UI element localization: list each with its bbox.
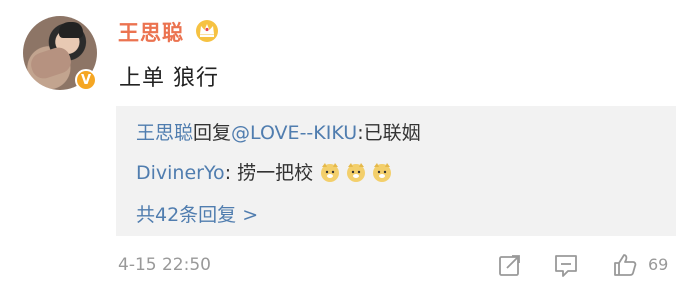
reply-author[interactable]: 王思聪 — [136, 122, 193, 144]
post-text: 上单 狼行 — [119, 66, 219, 91]
share-icon[interactable] — [497, 252, 523, 278]
avatar-hat — [59, 22, 83, 38]
reply-text: :已联姻 — [357, 122, 421, 144]
doge-emoji-icon — [373, 163, 392, 182]
view-all-replies-link[interactable]: 共42条回复 > — [136, 200, 258, 227]
username[interactable]: 王思聪 — [118, 17, 184, 47]
reply-preview-box[interactable]: 王思聪回复@LOVE--KIKU:已联姻 DivinerYo: 捞一把校 共42… — [116, 106, 676, 236]
crown-icon — [196, 20, 218, 42]
reply-item: 王思聪回复@LOVE--KIKU:已联姻 — [136, 118, 421, 145]
reply-mention[interactable]: @LOVE--KIKU — [231, 122, 357, 144]
doge-emoji-icon — [347, 163, 366, 182]
post-timestamp: 4-15 22:50 — [118, 255, 211, 275]
doge-emoji-icon — [321, 163, 340, 182]
reply-verb: 回复 — [193, 122, 232, 144]
reply-author[interactable]: DivinerYo — [136, 162, 225, 184]
verified-v-icon: V — [75, 69, 97, 91]
reply-text: : 捞一把校 — [224, 162, 314, 184]
like-icon[interactable] — [612, 252, 638, 278]
avatar-arm — [27, 44, 75, 82]
comment-icon[interactable] — [553, 252, 579, 278]
like-count: 69 — [648, 255, 669, 274]
reply-item: DivinerYo: 捞一把校 — [136, 158, 397, 185]
